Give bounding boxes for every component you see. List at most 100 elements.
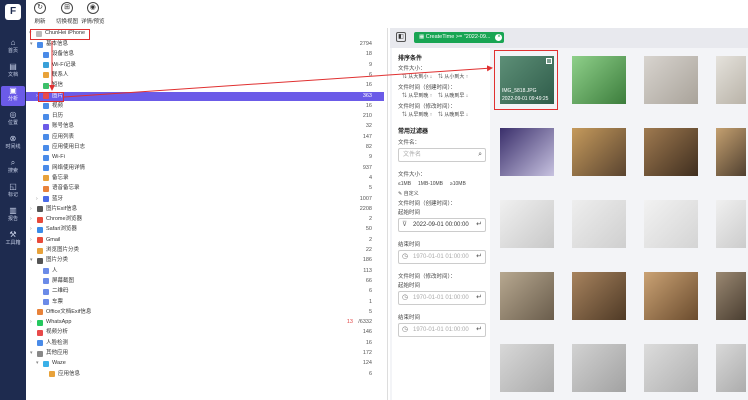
rail-item-location[interactable]: ◎ 位置 [1, 110, 25, 130]
photo-thumbnail[interactable] [570, 270, 628, 322]
tree-row[interactable]: ▾ 基本信息 2794 [26, 40, 384, 49]
tree-row[interactable]: › 蓝牙 1007 [26, 195, 384, 204]
tree-row[interactable]: 日历 210 [26, 112, 384, 121]
filter-chip[interactable]: ▦ CreateTime >= "2022-09... × [414, 32, 505, 43]
tree-row[interactable]: 设备信息 18 [26, 50, 384, 59]
photo-thumbnail[interactable] [642, 126, 700, 178]
tree-row[interactable]: 车票 1 [26, 298, 384, 307]
tree-row[interactable]: 屏幕截图 66 [26, 277, 384, 286]
chevron-right-icon[interactable]: › [30, 205, 32, 214]
tree-row[interactable]: 联系人 6 [26, 71, 384, 80]
sidebar-toggle-icon[interactable]: ◧ [396, 32, 406, 42]
tree-row[interactable]: 二维码 6 [26, 287, 384, 296]
rail-item-home[interactable]: ⌂ 首页 [1, 38, 25, 58]
photo-thumbnail[interactable] [714, 198, 748, 250]
tree-row-count: 124 [362, 360, 372, 367]
tree-row[interactable]: › 图片 363 [26, 91, 384, 101]
photo-thumbnail[interactable] [714, 126, 748, 178]
rail-item-report[interactable]: ▥ 报告 [1, 206, 25, 226]
chevron-right-icon[interactable]: › [30, 225, 32, 234]
close-icon[interactable]: × [495, 34, 503, 41]
tree-row[interactable]: ▾ Waze 124 [26, 359, 384, 368]
custom-size-option[interactable]: ✎ 自定义 [398, 190, 419, 197]
size-mid-option[interactable]: 1MB-10MB [418, 181, 443, 187]
tree-row[interactable]: › WhatsApp 13/6332 [26, 318, 384, 327]
photo-thumbnail[interactable] [570, 198, 628, 250]
rail-item-analysis[interactable]: ▣ 分析 [1, 86, 25, 106]
category-icon [37, 350, 43, 357]
tree-row[interactable]: 应用列表 147 [26, 133, 384, 142]
rail-item-toolbox[interactable]: ⚒ 工具箱 [1, 230, 25, 250]
chevron-right-icon[interactable]: › [30, 215, 32, 224]
chevron-down-icon[interactable]: ▾ [36, 359, 39, 368]
tree-row[interactable]: › Chrome浏览器 2 [26, 215, 384, 224]
ctime-end-field[interactable]: ◷ 1970-01-01 01:00:00 ↵ [398, 250, 486, 264]
rail-item-search[interactable]: ⌕ 搜索 [1, 158, 25, 178]
tree-row[interactable]: Wi-Fi 9 [26, 153, 384, 162]
photo-thumbnail[interactable] [714, 342, 748, 394]
photo-thumbnail[interactable] [570, 342, 628, 394]
search-icon[interactable]: ⌕ [478, 149, 482, 161]
eye-button[interactable]: ◉ 详情/预览 [81, 2, 105, 25]
tree-row[interactable]: 备忘录 4 [26, 174, 384, 183]
enter-icon[interactable]: ↵ [476, 219, 482, 231]
enter-icon[interactable]: ↵ [476, 251, 482, 263]
sort-ctime-early[interactable]: ⇅ 从早到晚 ↑ [402, 92, 432, 99]
ctime-start-field[interactable]: ⊽ 2022-09-01 00:00:00 ↵ [398, 218, 486, 232]
sort-size-desc[interactable]: ⇅ 从小到大 ↑ [438, 73, 468, 80]
tree-row[interactable]: › Safari浏览器 50 [26, 225, 384, 234]
photo-thumbnail[interactable] [642, 198, 700, 250]
tree-row[interactable]: Wi-Fi记录 9 [26, 61, 384, 70]
enter-icon[interactable]: ↵ [476, 292, 482, 304]
photo-thumbnail[interactable] [642, 54, 700, 106]
refresh-button[interactable]: ↻ 刷新 [34, 2, 46, 25]
chevron-right-icon[interactable]: › [36, 195, 38, 204]
chevron-down-icon[interactable]: ▾ [30, 349, 33, 358]
tree-row[interactable]: 短信 16 [26, 81, 384, 90]
tree-row[interactable]: 语音备忘录 5 [26, 184, 384, 193]
photo-thumbnail[interactable] [498, 126, 556, 178]
mtime-end-field[interactable]: ◷ 1970-01-01 01:00:00 ↵ [398, 323, 486, 337]
tree-row[interactable]: 应用信息 6 [26, 370, 384, 379]
tree-row[interactable]: 视频 16 [26, 102, 384, 111]
photo-thumbnail[interactable] [570, 54, 628, 106]
tree-row[interactable]: ▾ 其他应用 172 [26, 349, 384, 358]
chevron-down-icon[interactable]: ▾ [30, 40, 33, 49]
photo-thumbnail[interactable] [642, 342, 700, 394]
photo-thumbnail[interactable] [642, 270, 700, 322]
chevron-right-icon[interactable]: › [30, 318, 32, 327]
sort-ctime-late[interactable]: ⇅ 从晚到早 ↓ [438, 92, 468, 99]
switch-view-button[interactable]: ⊞ 切换视图 [56, 2, 78, 25]
tree-row[interactable]: › 图片Exif信息 2208 [26, 205, 384, 214]
rail-item-document[interactable]: ▤ 文档 [1, 62, 25, 82]
tree-row[interactable]: Office文档Exif信息 5 [26, 308, 384, 317]
photo-thumbnail[interactable] [714, 270, 748, 322]
photo-thumbnail[interactable] [498, 198, 556, 250]
tree-row[interactable]: 应用使用日志 82 [26, 143, 384, 152]
photo-thumbnail[interactable] [498, 342, 556, 394]
enter-icon[interactable]: ↵ [476, 324, 482, 336]
tree-row[interactable]: ▾ 图片分类 186 [26, 256, 384, 265]
rail-item-bookmark[interactable]: ◱ 标记 [1, 182, 25, 202]
size-small-option[interactable]: ≤1MB [398, 181, 411, 187]
chevron-right-icon[interactable]: › [30, 236, 32, 245]
toolbar-label: 刷新 [34, 19, 46, 25]
tree-row[interactable]: 网络使用详情 937 [26, 164, 384, 173]
tree-row[interactable]: › Gmail 2 [26, 236, 384, 245]
size-large-option[interactable]: ≥10MB [450, 181, 466, 187]
mtime-start-field[interactable]: ◷ 1970-01-01 01:00:00 ↵ [398, 291, 486, 305]
photo-thumbnail[interactable] [498, 270, 556, 322]
tree-row[interactable]: 视频分析 146 [26, 328, 384, 337]
photo-thumbnail[interactable] [714, 54, 748, 106]
sort-mtime-early[interactable]: ⇅ 从早到晚 ↑ [402, 111, 432, 118]
rail-item-timeline[interactable]: ⊗ 时间线 [1, 134, 25, 154]
tree-row[interactable]: 人脸检测 16 [26, 339, 384, 348]
photo-thumbnail[interactable] [570, 126, 628, 178]
tree-row[interactable]: 浏览图片分类 22 [26, 246, 384, 255]
chevron-down-icon[interactable]: ▾ [30, 256, 33, 265]
tree-row[interactable]: 账号信息 32 [26, 122, 384, 131]
tree-row[interactable]: 人 113 [26, 267, 384, 276]
sort-mtime-late[interactable]: ⇅ 从晚到早 ↓ [438, 111, 468, 118]
sort-size-asc[interactable]: ⇅ 从大到小 ↓ [402, 73, 432, 80]
filename-input[interactable]: 文件名 ⌕ [398, 148, 486, 162]
